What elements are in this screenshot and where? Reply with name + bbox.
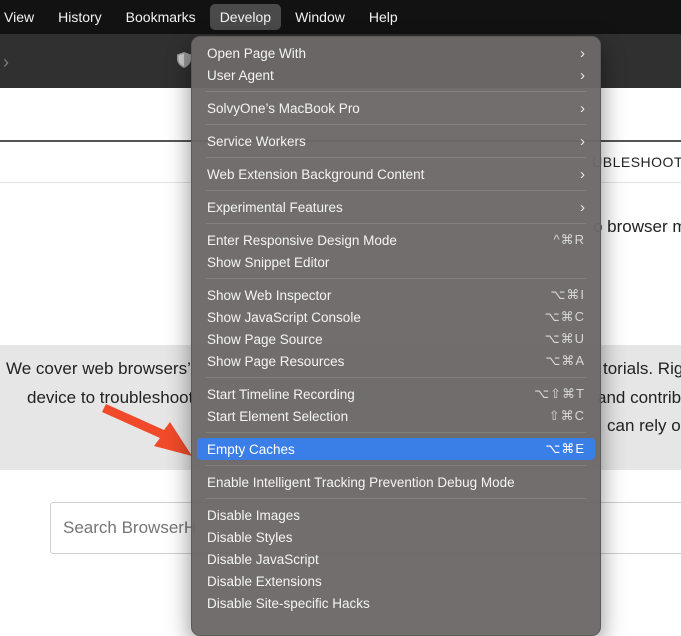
forward-chevron-icon[interactable]: ›	[3, 52, 9, 73]
hero-text: o browser m	[593, 217, 681, 236]
menu-item-service-workers[interactable]: Service Workers ›	[197, 130, 595, 152]
menu-item-user-agent[interactable]: User Agent ›	[197, 64, 595, 86]
develop-menu: Open Page With › User Agent › SolvyOne’s Mac…	[191, 36, 601, 636]
menu-item-label: Disable Images	[207, 507, 301, 523]
menu-item-label: Show Web Inspector	[207, 287, 332, 303]
privacy-shield-icon[interactable]	[177, 52, 191, 68]
intro-text-line: can rely o	[607, 416, 681, 435]
menu-item-label: Show JavaScript Console	[207, 309, 361, 325]
menu-item-label: Service Workers	[207, 133, 306, 149]
menu-item-show-page-resources[interactable]: Show Page Resources ⌥⌘A	[197, 350, 595, 372]
menu-item-disable-styles[interactable]: Disable Styles	[197, 526, 595, 548]
intro-text-line: and contribu	[597, 388, 681, 407]
chevron-right-icon: ›	[580, 132, 585, 150]
menu-separator	[206, 278, 586, 279]
menu-item-shortcut: ⌥⌘U	[544, 331, 585, 346]
menu-bookmarks[interactable]: Bookmarks	[116, 4, 206, 30]
menu-item-experimental-features[interactable]: Experimental Features ›	[197, 196, 595, 218]
menu-item-enable-intelligent-tracking-prevention-debug-mode[interactable]: Enable Intelligent Tracking Prevention D…	[197, 471, 595, 493]
nav-link-troubleshoot[interactable]: UBLESHOOT	[592, 154, 681, 170]
menu-separator	[206, 498, 586, 499]
menu-item-show-web-inspector[interactable]: Show Web Inspector ⌥⌘I	[197, 284, 595, 306]
menu-item-disable-site-specific-hacks[interactable]: Disable Site-specific Hacks	[197, 592, 595, 614]
menu-separator	[206, 223, 586, 224]
menu-history[interactable]: History	[48, 4, 112, 30]
menu-item-enter-responsive-design-mode[interactable]: Enter Responsive Design Mode ^⌘R	[197, 229, 595, 251]
menu-item-label: Show Page Source	[207, 331, 323, 347]
menu-item-shortcut: ⌥⇧⌘T	[534, 386, 585, 401]
menu-item-shortcut: ⌥⌘I	[550, 287, 585, 302]
menu-item-shortcut: ⇧⌘C	[548, 408, 585, 423]
menu-item-disable-javascript[interactable]: Disable JavaScript	[197, 548, 595, 570]
menu-item-solvyone-s-macbook-pro[interactable]: SolvyOne’s MacBook Pro ›	[197, 97, 595, 119]
menu-window[interactable]: Window	[285, 4, 355, 30]
menu-item-label: Open Page With	[207, 45, 307, 61]
menu-item-label: Disable Site-specific Hacks	[207, 595, 370, 611]
chevron-right-icon: ›	[580, 44, 585, 62]
menu-item-label: Disable JavaScript	[207, 551, 319, 567]
menu-item-label: Disable Styles	[207, 529, 293, 545]
menu-item-open-page-with[interactable]: Open Page With ›	[197, 42, 595, 64]
menu-item-start-timeline-recording[interactable]: Start Timeline Recording ⌥⇧⌘T	[197, 383, 595, 405]
menu-item-show-snippet-editor[interactable]: Show Snippet Editor	[197, 251, 595, 273]
menu-item-label: SolvyOne’s MacBook Pro	[207, 100, 360, 116]
menu-item-label: Disable Extensions	[207, 573, 322, 589]
menu-separator	[206, 465, 586, 466]
menu-item-shortcut: ⌥⌘A	[545, 353, 585, 368]
menu-item-label: Enter Responsive Design Mode	[207, 232, 397, 248]
menu-item-label: Show Snippet Editor	[207, 254, 330, 270]
chevron-right-icon: ›	[580, 198, 585, 216]
menu-separator	[206, 124, 586, 125]
chevron-right-icon: ›	[580, 66, 585, 84]
chevron-right-icon: ›	[580, 99, 585, 117]
menu-view[interactable]: View	[0, 4, 44, 30]
menu-develop[interactable]: Develop	[209, 4, 282, 30]
menu-separator	[206, 91, 586, 92]
menu-help[interactable]: Help	[359, 4, 408, 30]
menu-item-start-element-selection[interactable]: Start Element Selection ⇧⌘C	[197, 405, 595, 427]
menu-item-label: Start Element Selection	[207, 408, 349, 424]
menu-item-label: User Agent	[207, 67, 274, 83]
menu-item-label: Show Page Resources	[207, 353, 345, 369]
menu-item-label: Experimental Features	[207, 199, 343, 215]
intro-text-line: torials. Righ	[603, 359, 681, 378]
menu-item-label: Enable Intelligent Tracking Prevention D…	[207, 474, 515, 490]
menu-item-disable-images[interactable]: Disable Images	[197, 504, 595, 526]
menu-item-label: Web Extension Background Content	[207, 166, 425, 182]
menu-bar: View History Bookmarks Develop Window He…	[0, 0, 681, 34]
menu-separator	[206, 157, 586, 158]
menu-item-show-javascript-console[interactable]: Show JavaScript Console ⌥⌘C	[197, 306, 595, 328]
menu-item-label: Empty Caches	[207, 441, 295, 457]
menu-separator	[206, 190, 586, 191]
menu-item-empty-caches[interactable]: Empty Caches ⌥⌘E	[197, 438, 595, 460]
menu-item-shortcut: ⌥⌘C	[544, 309, 585, 324]
menu-separator	[206, 432, 586, 433]
chevron-right-icon: ›	[580, 165, 585, 183]
menu-separator	[206, 377, 586, 378]
menu-item-shortcut: ^⌘R	[553, 232, 585, 247]
menu-item-label: Start Timeline Recording	[207, 386, 355, 402]
intro-text-line: We cover web browsers’	[6, 359, 191, 378]
menu-item-web-extension-background-content[interactable]: Web Extension Background Content ›	[197, 163, 595, 185]
annotation-arrow-icon	[102, 404, 192, 456]
menu-item-shortcut: ⌥⌘E	[545, 441, 585, 456]
menu-item-disable-extensions[interactable]: Disable Extensions	[197, 570, 595, 592]
menu-item-show-page-source[interactable]: Show Page Source ⌥⌘U	[197, 328, 595, 350]
